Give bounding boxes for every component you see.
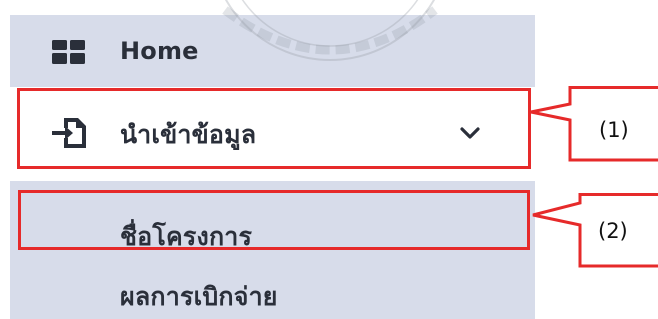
grid-icon <box>52 40 86 68</box>
callout-1 <box>530 86 658 162</box>
sidebar-subitem-disbursement[interactable]: ผลการเบิกจ่าย <box>10 267 535 317</box>
callout-label-2: (2) <box>598 219 628 243</box>
sidebar-subitem-label: ผลการเบิกจ่าย <box>120 282 278 311</box>
callout-label-1: (1) <box>599 118 629 142</box>
highlight-box-2 <box>18 190 530 250</box>
sidebar-item-label: Home <box>120 37 199 65</box>
callout-2 <box>532 193 658 268</box>
sidebar-item-home[interactable]: Home <box>10 23 535 79</box>
highlight-box-1 <box>17 88 531 169</box>
